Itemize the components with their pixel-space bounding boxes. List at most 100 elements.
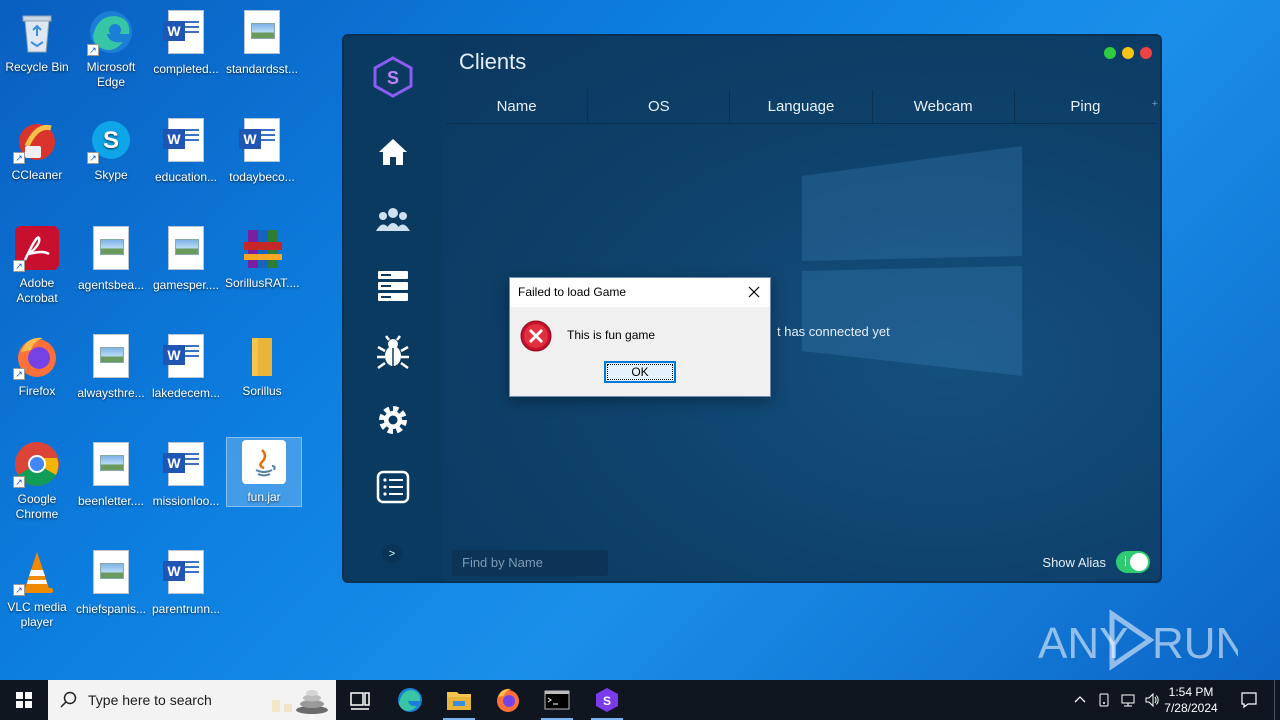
close-button[interactable] <box>1140 47 1152 59</box>
image-file-icon <box>93 550 129 594</box>
sidebar-expand-button[interactable]: > <box>382 544 402 564</box>
find-by-name-input[interactable]: Find by Name <box>452 550 608 576</box>
java-file-fun-jar[interactable]: fun.jar <box>226 437 302 507</box>
firefox-shortcut[interactable]: ↗ Firefox <box>0 332 74 399</box>
sorillus-logo-icon: S <box>373 56 413 98</box>
svg-text:RUN: RUN <box>1152 619 1238 668</box>
word-file-education[interactable]: W education... <box>149 116 223 185</box>
network-icon[interactable] <box>1120 692 1136 708</box>
clock-time: 1:54 PM <box>1168 685 1214 699</box>
word-file-lakedecem[interactable]: W lakedecem... <box>149 332 223 401</box>
shortcut-arrow-icon: ↗ <box>13 476 25 488</box>
image-file-icon <box>93 334 129 378</box>
list-log-icon[interactable] <box>375 469 411 505</box>
column-header-language[interactable]: Language <box>730 90 873 123</box>
desktop-icon-label: agentsbea... <box>77 278 145 292</box>
image-file-beenletter[interactable]: beenletter.... <box>74 440 148 509</box>
dialog-title-bar: Failed to load Game <box>510 278 770 307</box>
word-file-todaybeco[interactable]: W todaybeco... <box>225 116 299 185</box>
word-document-icon: W <box>239 118 280 162</box>
desktop-icon-label: gamesper.... <box>152 278 220 292</box>
taskbar-terminal-button[interactable] <box>533 680 581 720</box>
minimize-button[interactable] <box>1122 47 1134 59</box>
settings-gear-icon[interactable] <box>375 402 411 438</box>
desktop-icon-label: beenletter.... <box>77 494 145 508</box>
adobe-acrobat-shortcut[interactable]: ↗ Adobe Acrobat <box>0 224 74 306</box>
dialog-close-icon[interactable] <box>744 282 764 302</box>
show-desktop-button[interactable] <box>1274 680 1280 720</box>
error-dialog: Failed to load Game This is fun game OK <box>509 277 771 397</box>
recycle-bin-icon <box>13 8 61 56</box>
taskbar: Type here to search S 1:54 PM 7/28/2024 <box>0 680 1280 720</box>
image-file-icon <box>168 226 204 270</box>
skype-shortcut[interactable]: S ↗ Skype <box>74 116 148 183</box>
image-file-alwaysthre[interactable]: alwaysthre... <box>74 332 148 401</box>
sorillus-logo-icon: S <box>596 688 618 712</box>
notification-center-icon[interactable] <box>1240 691 1258 709</box>
word-file-completed[interactable]: W completed... <box>149 8 223 77</box>
desktop-icon-label: VLC media player <box>7 600 67 629</box>
taskbar-search-box[interactable]: Type here to search <box>48 680 336 720</box>
clients-group-icon[interactable] <box>375 201 411 237</box>
google-chrome-shortcut[interactable]: ↗ Google Chrome <box>0 440 74 522</box>
desktop-icon-label: parentrunn... <box>151 602 221 616</box>
show-hidden-icons-chevron-icon[interactable] <box>1072 692 1088 708</box>
column-header-name[interactable]: Name <box>446 90 589 123</box>
word-file-parentrunn[interactable]: W parentrunn... <box>149 548 223 617</box>
word-file-missionloo[interactable]: W missionloo... <box>149 440 223 509</box>
shortcut-arrow-icon: ↗ <box>13 260 25 272</box>
column-header-webcam[interactable]: Webcam <box>873 90 1015 123</box>
maximize-button[interactable] <box>1104 47 1116 59</box>
image-file-icon <box>93 442 129 486</box>
firefox-icon <box>497 688 519 712</box>
command-prompt-icon <box>544 690 570 710</box>
image-file-agentsbea[interactable]: agentsbea... <box>74 224 148 293</box>
anyrun-watermark-logo: ANY RUN <box>1038 609 1238 671</box>
folder-sorillus[interactable]: Sorillus <box>225 332 299 399</box>
home-icon[interactable] <box>375 134 411 170</box>
microsoft-edge-shortcut[interactable]: ↗ Microsoft Edge <box>74 8 148 90</box>
image-file-gamesper[interactable]: gamesper.... <box>149 224 223 293</box>
desktop-icon-label: chiefspanis... <box>75 602 147 616</box>
server-icon[interactable] <box>375 268 411 304</box>
volume-icon[interactable] <box>1144 692 1160 708</box>
ccleaner-icon: ↗ <box>13 116 61 164</box>
column-header-ping[interactable]: Ping <box>1015 90 1156 123</box>
bug-icon[interactable] <box>375 335 411 371</box>
word-document-icon: W <box>163 334 204 378</box>
taskbar-sorillus-button[interactable]: S <box>583 680 631 720</box>
desktop-icon-label: Sorillus <box>242 384 282 398</box>
desktop-icon-label: standardsst... <box>225 62 299 76</box>
shortcut-arrow-icon: ↗ <box>13 368 25 380</box>
ccleaner-shortcut[interactable]: ↗ CCleaner <box>0 116 74 183</box>
edge-icon: ↗ <box>87 8 135 56</box>
search-highlight-stones-icon <box>272 690 328 714</box>
ok-button[interactable]: OK <box>604 361 676 383</box>
winrar-archive-sorillusrat[interactable]: SorillusRAT.... <box>225 224 299 291</box>
taskbar-edge-button[interactable] <box>386 680 434 720</box>
empty-state-message: t has connected yet <box>777 324 890 339</box>
taskbar-clock[interactable]: 1:54 PM 7/28/2024 <box>1160 684 1222 716</box>
windows-start-icon[interactable] <box>0 680 48 720</box>
column-header-os[interactable]: OS <box>588 90 731 123</box>
svg-text:S: S <box>103 127 119 154</box>
taskbar-file-explorer-button[interactable] <box>435 680 483 720</box>
desktop: Recycle Bin ↗ CCleaner ↗ Adobe Acrobat ↗… <box>0 0 1280 680</box>
clock-date: 7/28/2024 <box>1164 701 1218 715</box>
device-icon[interactable] <box>1096 692 1112 708</box>
vlc-shortcut[interactable]: ↗ VLC media player <box>0 548 74 630</box>
image-file-standardsst[interactable]: standardsst... <box>225 8 299 77</box>
shortcut-arrow-icon: ↗ <box>87 44 99 56</box>
desktop-icon-label: Recycle Bin <box>5 60 69 74</box>
desktop-icon-label: completed... <box>153 62 219 76</box>
word-document-icon: W <box>163 442 204 486</box>
add-column-button[interactable]: + <box>1152 98 1158 110</box>
taskbar-firefox-button[interactable] <box>484 680 532 720</box>
recycle-bin-shortcut[interactable]: Recycle Bin <box>0 8 74 75</box>
show-alias-toggle[interactable] <box>1116 551 1150 573</box>
search-icon <box>60 691 77 708</box>
task-view-button[interactable] <box>336 680 384 720</box>
desktop-icon-label: CCleaner <box>11 168 63 182</box>
image-file-chiefspanis[interactable]: chiefspanis... <box>74 548 148 617</box>
task-view-icon <box>350 692 370 710</box>
